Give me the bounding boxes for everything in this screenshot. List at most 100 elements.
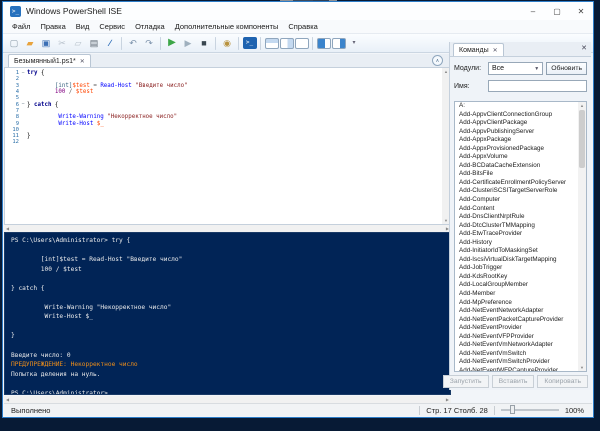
maximize-button[interactable]: ▢ [545,2,569,20]
commands-tab[interactable]: Команды ✕ [453,43,504,56]
command-list-item[interactable]: Add-AppxPackage [455,136,586,145]
redo-button[interactable]: ↷ [142,36,157,51]
console-horizontal-scrollbar[interactable]: ◀ ▶ [4,396,451,403]
console-pane[interactable]: PS C:\Users\Administrator> try { [int]$t… [4,232,451,395]
undo-button[interactable]: ↶ [126,36,141,51]
show-script-pane-top-button[interactable] [264,37,279,49]
minimize-button[interactable]: – [521,2,545,20]
collapse-script-pane-button[interactable]: ∧ [432,55,443,66]
zoom-slider-thumb[interactable] [509,405,515,414]
command-list-item[interactable]: Add-Member [455,290,586,299]
zoom-slider[interactable] [500,405,559,414]
new-script-button[interactable]: ▢ [7,36,22,51]
toolbar-button[interactable] [312,36,313,50]
cut-button[interactable]: ✂ [55,36,70,51]
menu-item[interactable]: Сервис [94,20,130,34]
fold-toggle-icon[interactable]: − [19,102,27,107]
command-list-item[interactable]: Add-ClusteriSCSITargetServerRole [455,187,586,196]
console-line: Write-Host $_ [11,313,93,321]
show-script-pane-right-button[interactable] [279,37,294,49]
command-list-item[interactable]: Add-BCDataCacheExtension [455,162,586,171]
code-line[interactable]: 12 [5,139,450,145]
command-list-item[interactable]: Add-LocalGroupMember [455,281,586,290]
command-list-item[interactable]: Add-BitsFile [455,170,586,179]
command-list-item[interactable]: Add-IscsiVirtualDiskTargetMapping [455,256,586,265]
refresh-button[interactable]: Обновить [546,62,587,75]
command-list-item[interactable]: Add-CertificateEnrollmentPolicyServer [455,179,586,188]
command-list-item[interactable]: Add-NetEventWFPCaptureProvider [455,367,586,371]
command-list-item[interactable]: Add-KdsRootKey [455,273,586,282]
command-list-item[interactable]: Add-NetEventVmSwitchProvider [455,358,586,367]
scrollbar-thumb[interactable] [579,110,585,168]
copy-button[interactable]: ▱ [71,36,86,51]
scroll-right-icon[interactable]: ▶ [446,397,449,402]
start-powershell-button[interactable]: >_ [242,37,257,49]
script-tab[interactable]: Безымянный1.ps1* ✕ [8,54,91,67]
menu-item[interactable]: Отладка [130,20,170,34]
scroll-left-icon[interactable]: ◀ [6,397,9,402]
script-tab-close-icon[interactable]: ✕ [80,58,85,65]
toolbar-button[interactable] [215,36,216,50]
paste-button[interactable]: ▤ [87,36,102,51]
open-script-button[interactable]: ▰ [23,36,38,51]
command-list-item[interactable]: Add-NetEventNetworkAdapter [455,307,586,316]
command-list-item[interactable]: Add-AppvPublishingServer [455,128,586,137]
command-list-item[interactable]: Add-AppxVolume [455,153,586,162]
menu-item[interactable]: Справка [283,20,322,34]
show-command-addon-button[interactable] [316,37,331,49]
show-script-pane-maximized-button[interactable] [294,37,309,49]
command-list-item[interactable]: Add-Content [455,205,586,214]
stop-operation-button[interactable]: ■ [197,36,212,51]
run-selection-button[interactable]: ▶ [181,36,196,51]
command-list-item[interactable]: Add-InitiatorIdToMaskingSet [455,247,586,256]
scroll-down-icon[interactable]: ▼ [580,365,584,370]
command-list-item[interactable]: Add-NetEventVmNetworkAdapter [455,341,586,350]
commands-list[interactable]: A: Add-AppvClientConnectionGroup Add-AppvC… [454,101,587,372]
toolbar-button[interactable] [260,36,261,50]
command-list-item[interactable]: Add-DtcClusterTMMapping [455,222,586,231]
toolbar-button[interactable] [121,36,122,50]
scroll-up-icon[interactable]: ▲ [580,103,584,108]
fold-toggle-icon[interactable]: − [19,70,27,76]
insert-command-button[interactable]: Вставить [491,375,535,388]
command-list-item[interactable]: Add-AppvClientConnectionGroup [455,111,586,120]
commands-panel-close-icon[interactable]: ✕ [581,44,587,52]
command-list-item[interactable]: Add-NetEventVFPProvider [455,333,586,342]
menu-item[interactable]: Вид [71,20,95,34]
command-list-item[interactable]: Add-Computer [455,196,586,205]
new-remote-powershell-tab-button[interactable]: ◉ [220,36,235,51]
scroll-up-icon[interactable]: ▲ [444,69,448,74]
command-list-item[interactable]: Add-EtwTraceProvider [455,230,586,239]
command-list-item[interactable]: Add-NetEventPacketCaptureProvider [455,316,586,325]
show-addon-pane-button[interactable] [331,37,346,49]
command-list-item[interactable]: Add-NetEventProvider [455,324,586,333]
command-list-item[interactable]: Add-AppxProvisionedPackage [455,145,586,154]
command-list-item[interactable]: Add-DnsClientNrptRule [455,213,586,222]
command-list-item[interactable]: Add-JobTrigger [455,264,586,273]
command-list-item[interactable]: Add-AppvClientPackage [455,119,586,128]
save-script-button[interactable]: ▣ [39,36,54,51]
toolbar-button[interactable] [160,36,161,50]
scroll-left-icon[interactable]: ◀ [6,226,9,231]
command-list-item[interactable]: Add-MpPreference [455,299,586,308]
scroll-down-icon[interactable]: ▼ [444,218,448,223]
close-button[interactable]: ✕ [569,2,593,20]
menu-item[interactable]: Правка [35,20,70,34]
name-filter-input[interactable] [488,80,587,92]
toolbar-button[interactable] [238,36,239,50]
editor-horizontal-scrollbar[interactable]: ◀ ▶ [4,225,451,232]
command-list-item[interactable]: A: [455,102,586,111]
toolbar-overflow-button[interactable]: ▾ [347,36,362,51]
commands-tab-close-icon[interactable]: ✕ [493,47,498,54]
run-command-button[interactable]: Запустить [442,375,489,388]
copy-command-button[interactable]: Копировать [537,375,588,388]
menu-item[interactable]: Файл [7,20,35,34]
clear-console-button[interactable]: ∕ [103,36,118,51]
script-editor[interactable]: 1 − try { 2 3 [int]$test = Read-Host "Вв… [4,68,451,225]
modules-select[interactable]: Все ▼ [488,62,544,75]
command-list-item[interactable]: Add-History [455,239,586,248]
titlebar[interactable]: >_ Windows PowerShell ISE – ▢ ✕ [3,2,593,20]
command-list-item[interactable]: Add-NetEventVmSwitch [455,350,586,359]
run-script-button[interactable]: ▶ [165,36,180,51]
menu-item[interactable]: Дополнительные компоненты [170,20,284,34]
